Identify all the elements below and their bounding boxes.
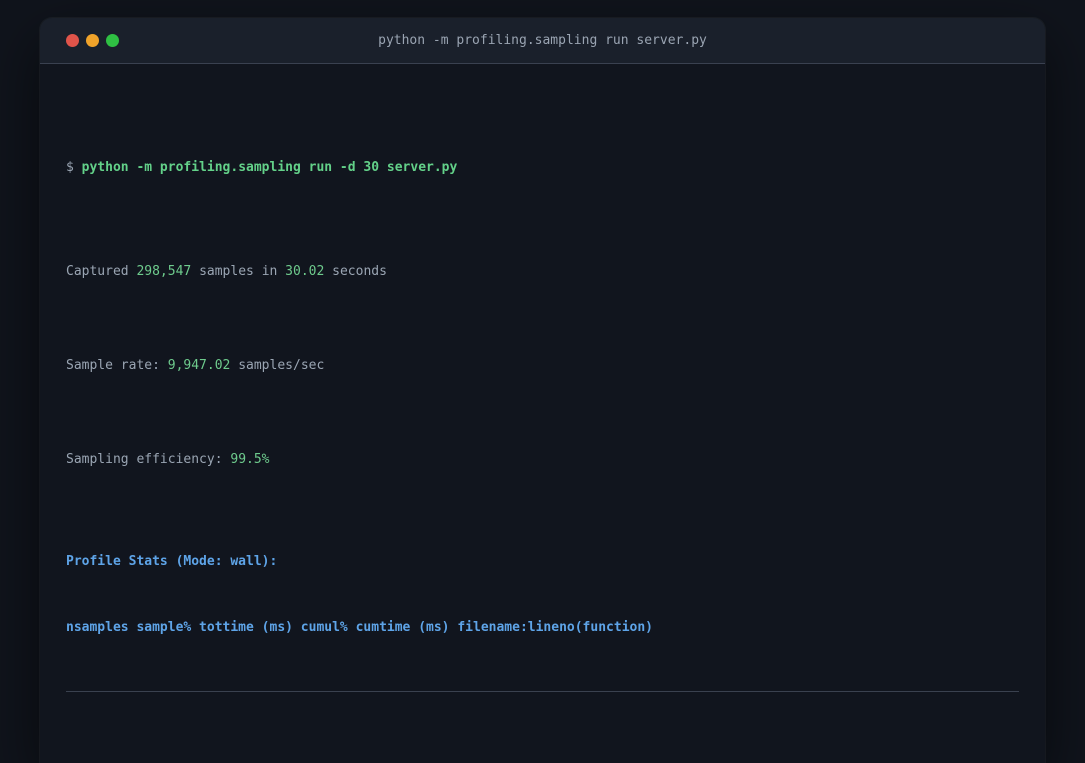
- titlebar[interactable]: python -m profiling.sampling run server.…: [40, 18, 1045, 64]
- captured-line: Captured 298,547 samples in 30.02 second…: [66, 264, 387, 279]
- efficiency-line: Sampling efficiency: 99.5%: [66, 452, 270, 467]
- sample-rate-value: 9,947.02: [167, 358, 231, 373]
- samples-count: 298,547: [136, 264, 192, 279]
- efficiency-value: 99.5%: [230, 452, 270, 467]
- sample-rate-line: Sample rate: 9,947.02 samples/sec: [66, 358, 325, 373]
- profile-stats-title: Profile Stats (Mode: wall):: [66, 554, 278, 569]
- command-line: $ python -m profiling.sampling run -d 30…: [66, 157, 1019, 179]
- table-divider: [66, 691, 1019, 692]
- terminal-window: python -m profiling.sampling run server.…: [40, 18, 1045, 763]
- duration-value: 30.02: [285, 264, 325, 279]
- window-title: python -m profiling.sampling run server.…: [378, 33, 707, 48]
- prompt-symbol: $: [66, 160, 82, 175]
- terminal-output[interactable]: $ python -m profiling.sampling run -d 30…: [40, 64, 1045, 763]
- command-text: python -m profiling.sampling run -d 30 s…: [81, 160, 458, 175]
- stats-table-header: nsamples sample% tottime (ms) cumul% cum…: [66, 620, 653, 635]
